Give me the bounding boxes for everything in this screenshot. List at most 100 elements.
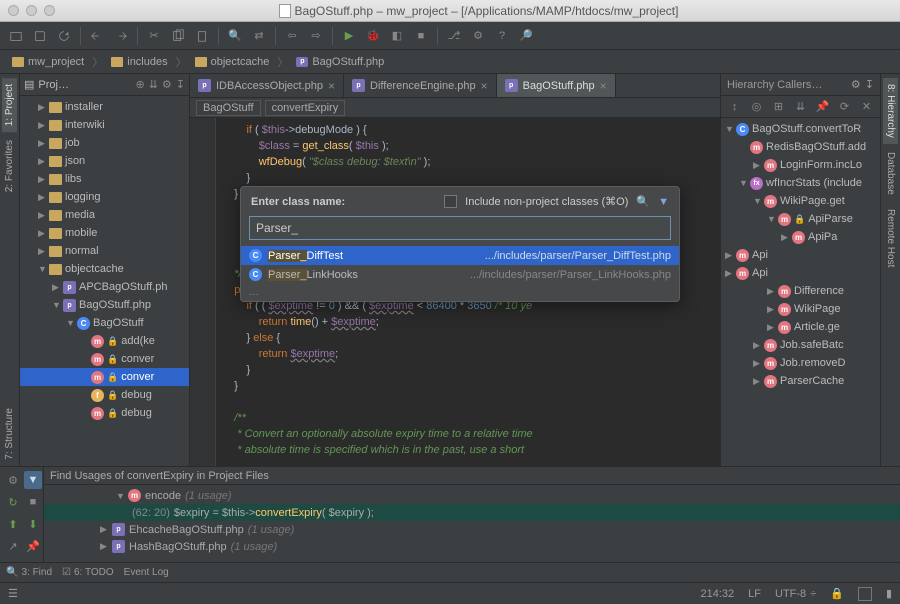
sort-icon[interactable]: ↕ (725, 97, 744, 117)
close-tab-icon[interactable]: × (481, 79, 488, 93)
export-icon[interactable]: ↗ (4, 538, 22, 556)
search-result[interactable]: CParser_DiffTest.../includes/parser/Pars… (241, 246, 679, 265)
settings-icon[interactable]: ⚙ (4, 471, 22, 489)
tool-tab-database[interactable]: Database (883, 146, 898, 201)
traffic-lights[interactable] (8, 5, 55, 16)
project-node[interactable]: f🔒debug (20, 386, 189, 404)
crumb-1[interactable]: includes (105, 54, 173, 70)
usage-item[interactable]: ▼mencode(1 usage) (44, 487, 900, 504)
project-node[interactable]: m🔒debug (20, 404, 189, 422)
hide-icon[interactable]: ↧ (176, 78, 185, 91)
undo-icon[interactable] (87, 26, 107, 46)
help-icon[interactable]: ? (492, 26, 512, 46)
scope-icon[interactable]: ◎ (747, 97, 766, 117)
project-node[interactable]: ▼CBagOStuff (20, 314, 189, 332)
hierarchy-node[interactable]: ▶mApi (721, 246, 880, 264)
autoscroll-icon[interactable]: ⇊ (791, 97, 810, 117)
next-icon[interactable]: ⬇ (24, 516, 42, 534)
hierarchy-tree[interactable]: ▼CBagOStuff.convertToRmRedisBagOStuff.ad… (721, 118, 880, 466)
pin-icon[interactable]: 📌 (813, 97, 832, 117)
project-node[interactable]: m🔒conver (20, 368, 189, 386)
save-all-icon[interactable] (30, 26, 50, 46)
debug-icon[interactable]: 🐞 (363, 26, 383, 46)
project-node[interactable]: ▶media (20, 206, 189, 224)
crumb-3[interactable]: pBagOStuff.php (290, 54, 390, 70)
status-encoding[interactable]: UTF-8 ÷ (775, 588, 816, 600)
project-node[interactable]: ▶pAPCBagOStuff.ph (20, 278, 189, 296)
paste-icon[interactable] (192, 26, 212, 46)
close-tab-icon[interactable]: × (328, 79, 335, 93)
subnav-class[interactable]: BagOStuff (196, 100, 261, 116)
forward-icon[interactable]: ⇨ (306, 26, 326, 46)
replace-icon[interactable]: ⇄ (249, 26, 269, 46)
prev-icon[interactable]: ⬆ (4, 516, 22, 534)
close-icon[interactable]: ✕ (857, 97, 876, 117)
project-node[interactable]: ▼objectcache (20, 260, 189, 278)
hierarchy-node[interactable]: ▶mJob.removeD (721, 354, 880, 372)
settings-icon[interactable]: ⚙ (468, 26, 488, 46)
refresh-icon[interactable]: ⟳ (835, 97, 854, 117)
status-lock-icon[interactable]: 🔒 (830, 587, 844, 600)
scroll-from-source-icon[interactable]: ⊕ (135, 78, 144, 91)
search-icon[interactable]: 🔍 (636, 195, 650, 208)
crumb-0[interactable]: mw_project (6, 54, 90, 70)
project-header-label[interactable]: Proj… (38, 79, 69, 91)
sync-icon[interactable] (54, 26, 74, 46)
project-node[interactable]: m🔒add(ke (20, 332, 189, 350)
hierarchy-node[interactable]: ▼fxwfIncrStats (include (721, 174, 880, 192)
editor-tab[interactable]: pBagOStuff.php× (497, 74, 616, 97)
pin-icon[interactable]: 📌 (24, 538, 42, 556)
include-nonproject-checkbox[interactable] (444, 195, 457, 208)
hierarchy-node[interactable]: ▼CBagOStuff.convertToR (721, 120, 880, 138)
hierarchy-node[interactable]: ▶mArticle.ge (721, 318, 880, 336)
project-node[interactable]: ▼pBagOStuff.php (20, 296, 189, 314)
tool-tab-find[interactable]: 🔍 3: Find (6, 567, 52, 578)
rerun-icon[interactable]: ↻ (4, 493, 22, 511)
expand-all-icon[interactable]: ⊞ (769, 97, 788, 117)
tool-tab-eventlog[interactable]: Event Log (124, 567, 169, 578)
editor-tab[interactable]: pIDBAccessObject.php× (190, 74, 344, 97)
filter-icon[interactable]: ▼ (24, 471, 42, 489)
project-node[interactable]: ▶logging (20, 188, 189, 206)
vcs-icon[interactable]: ⎇ (444, 26, 464, 46)
search-everywhere-icon[interactable]: 🔎 (516, 26, 536, 46)
gear-icon[interactable]: ⚙ (851, 78, 861, 91)
open-icon[interactable] (6, 26, 26, 46)
collapse-all-icon[interactable]: ⇊ (149, 78, 158, 91)
tool-tab-remote[interactable]: Remote Host (883, 203, 898, 273)
project-scope-icon[interactable]: ▤ (24, 78, 34, 91)
hierarchy-node[interactable]: ▶mApi (721, 264, 880, 282)
cut-icon[interactable]: ✂ (144, 26, 164, 46)
usage-item[interactable]: ▶pHashBagOStuff.php(1 usage) (44, 538, 900, 555)
coverage-icon[interactable]: ◧ (387, 26, 407, 46)
search-result[interactable]: CParser_LinkHooks.../includes/parser/Par… (241, 265, 679, 284)
project-node[interactable]: ▶normal (20, 242, 189, 260)
hierarchy-node[interactable]: ▶mParserCache (721, 372, 880, 390)
project-node[interactable]: m🔒conver (20, 350, 189, 368)
subnav-method[interactable]: convertExpiry (265, 100, 346, 116)
redo-icon[interactable] (111, 26, 131, 46)
hierarchy-node[interactable]: ▶mApiPa (721, 228, 880, 246)
hierarchy-node[interactable]: ▼m🔒ApiParse (721, 210, 880, 228)
class-search-input[interactable] (249, 216, 671, 240)
project-tree[interactable]: ▶installer▶interwiki▶job▶json▶libs▶loggi… (20, 96, 189, 466)
project-node[interactable]: ▶json (20, 152, 189, 170)
back-icon[interactable]: ⇦ (282, 26, 302, 46)
tool-tab-todo[interactable]: ☑ 6: TODO (62, 567, 114, 578)
project-node[interactable]: ▶mobile (20, 224, 189, 242)
crumb-2[interactable]: objectcache (189, 54, 276, 70)
hierarchy-node[interactable]: ▶mDifference (721, 282, 880, 300)
hierarchy-node[interactable]: mRedisBagOStuff.add (721, 138, 880, 156)
hide-icon[interactable]: ↧ (865, 78, 874, 91)
usage-item[interactable]: ▶pEhcacheBagOStuff.php(1 usage) (44, 521, 900, 538)
run-icon[interactable]: ▶ (339, 26, 359, 46)
tool-tab-structure[interactable]: 7: Structure (2, 402, 17, 466)
close-tab-icon[interactable]: × (600, 79, 607, 93)
usage-item[interactable]: (62: 20)$expiry = $this->convertExpiry( … (44, 504, 900, 521)
hierarchy-node[interactable]: ▶mJob.safeBatc (721, 336, 880, 354)
tool-tab-hierarchy[interactable]: 8: Hierarchy (883, 78, 898, 144)
status-cursor[interactable]: 214:32 (701, 588, 735, 600)
popup-results[interactable]: CParser_DiffTest.../includes/parser/Pars… (241, 246, 679, 284)
hierarchy-node[interactable]: ▶mWikiPage (721, 300, 880, 318)
status-messages-icon[interactable]: ☰ (8, 587, 18, 600)
